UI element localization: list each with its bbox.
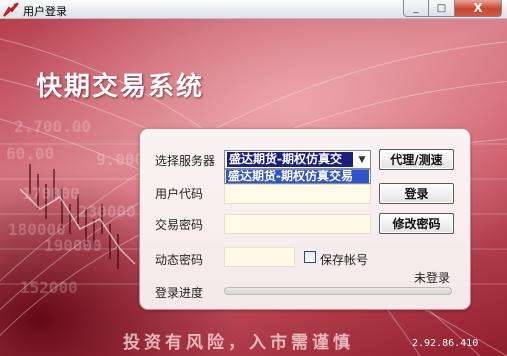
window-title: 用户登录	[23, 5, 67, 18]
title-bar: 用户登录 _ □ X	[0, 0, 507, 19]
minimize-icon: _	[413, 2, 419, 14]
server-selected-value: 盛达期货-期权仿真交	[227, 152, 353, 167]
login-status: 未登录	[414, 271, 451, 285]
bg-number: 9.000	[96, 150, 145, 169]
dynamic-password-label: 动态密码	[155, 253, 204, 267]
save-account-checkbox[interactable]	[304, 251, 316, 263]
bg-number: 230000	[78, 202, 136, 221]
login-button[interactable]: 登录	[379, 183, 454, 204]
user-code-input[interactable]	[224, 184, 371, 204]
server-label: 选择服务器	[155, 154, 216, 168]
change-password-button[interactable]: 修改密码	[379, 213, 454, 234]
save-account-label[interactable]: 保存帐号	[320, 251, 368, 268]
server-option[interactable]: 盛达期货-期权仿真交易	[226, 170, 369, 183]
bg-number: 152000	[20, 278, 78, 297]
minimize-button[interactable]: _	[403, 0, 429, 17]
server-select[interactable]: 盛达期货-期权仿真交 ▼	[224, 150, 371, 169]
password-input[interactable]	[224, 214, 371, 234]
version-number: 2.92.86.410	[412, 338, 479, 349]
close-button[interactable]: X	[454, 0, 502, 17]
chevron-down-icon[interactable]: ▼	[355, 152, 369, 167]
close-icon: X	[473, 1, 483, 15]
app-title: 快期交易系统	[36, 72, 205, 102]
server-dropdown-list: 盛达期货-期权仿真交易	[224, 169, 371, 184]
dynamic-password-input[interactable]	[224, 247, 295, 267]
app-logo-icon	[3, 2, 19, 17]
maximize-button[interactable]: □	[428, 0, 455, 17]
bg-number: 190000	[44, 236, 102, 255]
maximize-icon: □	[436, 2, 447, 14]
password-label: 交易密码	[155, 218, 204, 232]
login-progress-bar	[224, 287, 452, 295]
proxy-speedtest-button[interactable]: 代理/测速	[379, 149, 454, 170]
bg-number: 2.700.00	[14, 117, 92, 136]
bg-number: 170000	[22, 184, 80, 203]
progress-label: 登录进度	[155, 286, 204, 300]
risk-slogan: 投资有风险，入市需谨慎	[123, 333, 354, 353]
user-code-label: 用户代码	[155, 187, 204, 201]
bg-number: 60.00	[6, 144, 55, 163]
